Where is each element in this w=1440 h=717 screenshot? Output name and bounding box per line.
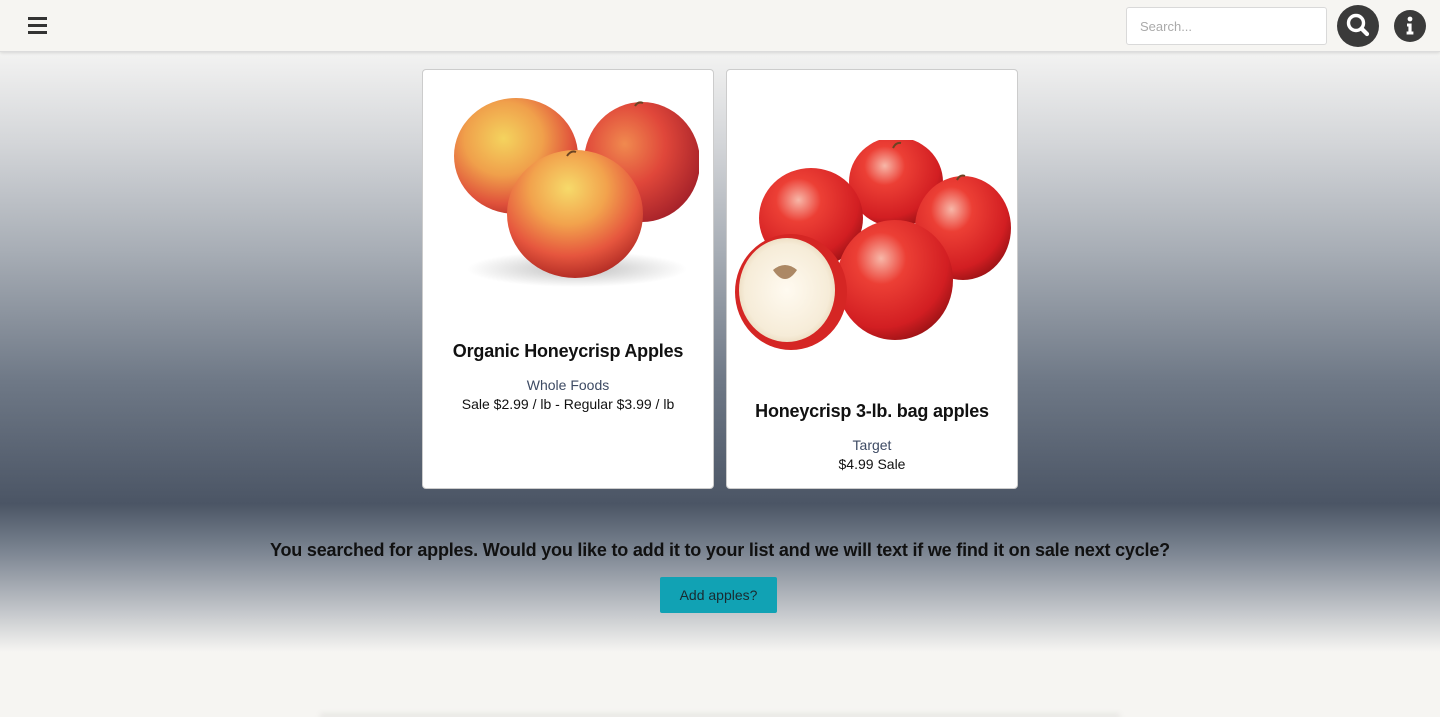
product-price: $4.99 Sale	[838, 456, 906, 472]
product-card[interactable]: Honeycrisp 3-lb. bag apples Target $4.99…	[726, 69, 1018, 489]
add-to-list-prompt: You searched for apples. Would you like …	[270, 540, 1170, 560]
product-title: Organic Honeycrisp Apples	[452, 341, 684, 361]
info-icon	[1406, 16, 1414, 35]
product-store: Whole Foods	[526, 377, 610, 393]
product-price: Sale $2.99 / lb - Regular $3.99 / lb	[461, 396, 675, 412]
product-card[interactable]: Organic Honeycrisp Apples Whole Foods Sa…	[422, 69, 714, 489]
info-button[interactable]	[1394, 10, 1426, 42]
product-image-red-apples	[735, 140, 1011, 350]
hero-background	[0, 52, 1440, 652]
top-navbar	[0, 0, 1440, 52]
search-input[interactable]	[1126, 7, 1327, 45]
product-title: Honeycrisp 3-lb. bag apples	[755, 401, 989, 421]
magnifier-icon	[1346, 13, 1370, 37]
product-image-honeycrisp-apples	[454, 98, 699, 287]
search-button[interactable]	[1337, 5, 1379, 47]
hamburger-menu-icon[interactable]	[26, 14, 50, 38]
add-item-button[interactable]: Add apples?	[660, 577, 777, 613]
product-store: Target	[852, 437, 892, 453]
